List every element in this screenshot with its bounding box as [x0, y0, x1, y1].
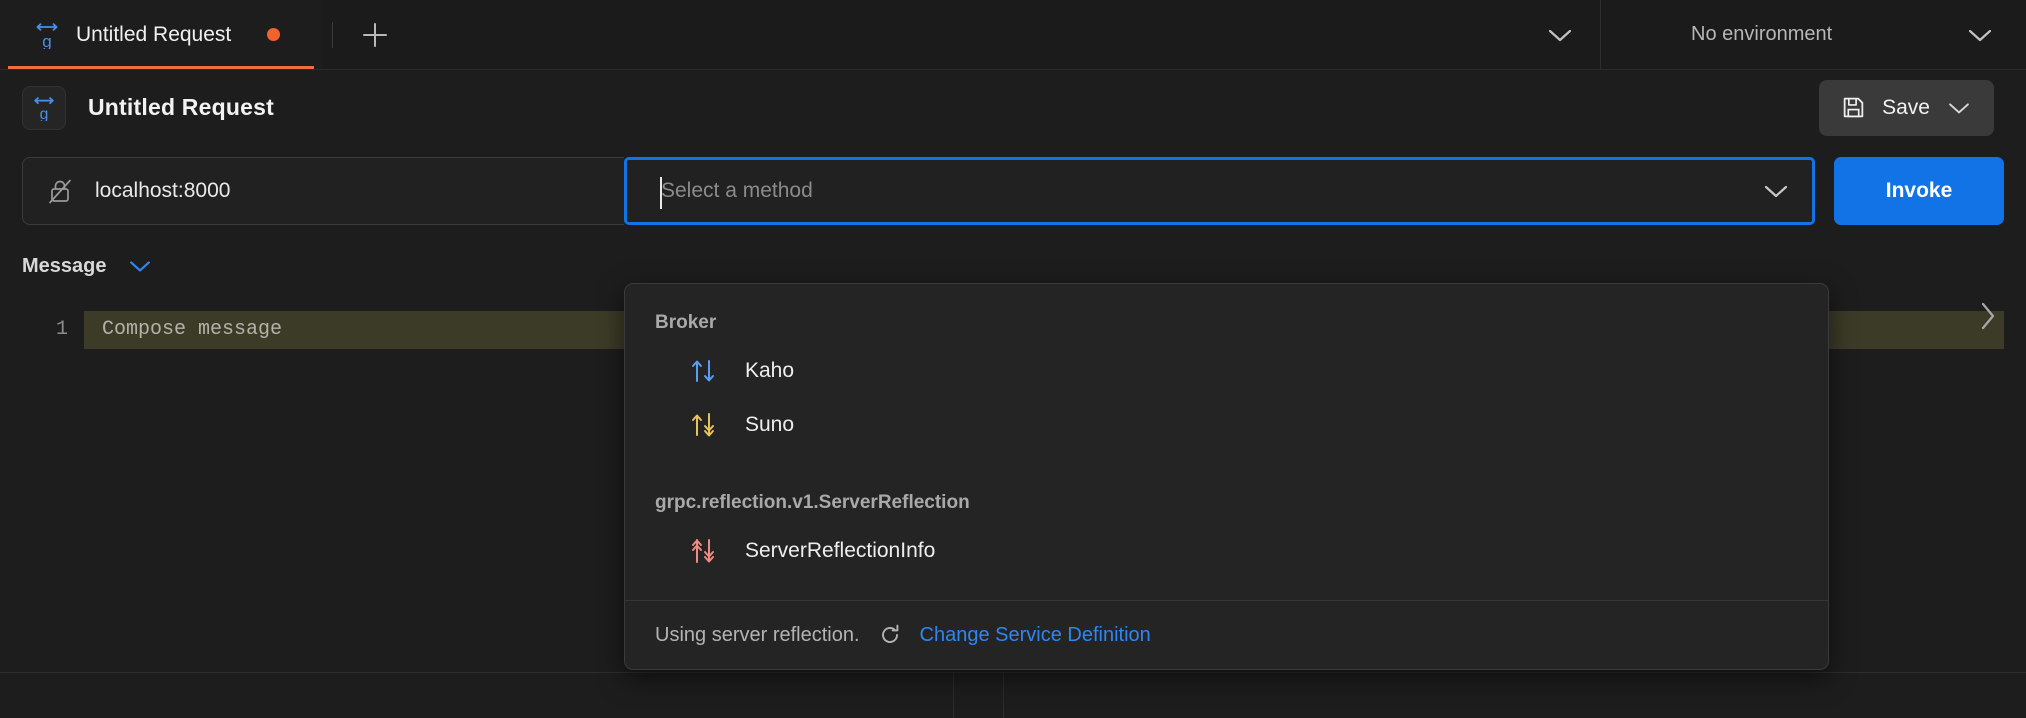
grpc-icon: g — [32, 95, 56, 121]
tab-title: Untitled Request — [76, 22, 232, 46]
environment-selector[interactable]: No environment — [1600, 0, 2026, 69]
editor-line-number: 1 — [55, 318, 68, 341]
page-title: Untitled Request — [88, 94, 274, 120]
tab-divider — [332, 21, 333, 48]
dropdown-footer: Using server reflection. Change Service … — [625, 600, 1828, 669]
floppy-disk-icon — [1841, 95, 1866, 120]
dropdown-method-suno[interactable]: Suno — [625, 398, 1828, 452]
plus-icon — [360, 20, 390, 50]
chevron-down-icon[interactable] — [127, 258, 153, 274]
message-header[interactable]: Message — [22, 249, 2004, 283]
save-button[interactable]: Save — [1819, 79, 1994, 136]
bottom-divider-vertical — [953, 673, 954, 718]
method-placeholder: Select a method — [661, 179, 813, 202]
message-label: Message — [22, 254, 107, 277]
method-select[interactable]: Select a method — [624, 157, 1815, 225]
invoke-button-label: Invoke — [1885, 179, 1953, 202]
refresh-icon[interactable] — [878, 623, 902, 647]
svg-text:g: g — [42, 32, 51, 49]
chevron-down-icon[interactable] — [1762, 182, 1790, 200]
dropdown-method-serverreflectioninfo[interactable]: ServerReflectionInfo — [625, 524, 1828, 578]
server-streaming-arrows-icon — [687, 409, 719, 441]
expand-response-panel-button[interactable] — [1978, 300, 1998, 332]
chevron-down-icon[interactable] — [1946, 100, 1972, 116]
dropdown-group-spacer — [625, 452, 1828, 464]
invoke-button[interactable]: Invoke — [1834, 157, 2004, 225]
chevron-right-icon — [1978, 300, 1998, 332]
tab-overflow-button[interactable] — [1520, 0, 1600, 69]
unary-arrows-icon — [687, 355, 719, 387]
dropdown-method-label: Suno — [745, 413, 795, 436]
save-button-label: Save — [1882, 95, 1930, 119]
bottom-divider-vertical — [1003, 673, 1004, 718]
grpc-icon: g — [34, 21, 60, 49]
new-tab-button[interactable] — [343, 0, 407, 69]
dropdown-method-kaho[interactable]: Kaho — [625, 344, 1828, 398]
request-type-badge: g — [22, 85, 66, 130]
environment-label: No environment — [1691, 23, 1833, 45]
change-service-definition-link[interactable]: Change Service Definition — [920, 624, 1151, 647]
dropdown-group-label: grpc.reflection.v1.ServerReflection — [655, 492, 970, 513]
dropdown-group-label: Broker — [655, 312, 717, 333]
lock-crossed-icon — [47, 177, 73, 205]
app-window: g Untitled Request No environment g Unti… — [0, 0, 2026, 718]
method-dropdown-panel: Broker Kaho Suno grpc.reflection.v1.Serv… — [624, 283, 1829, 670]
dropdown-method-label: Kaho — [745, 359, 795, 382]
tab-strip-spacer — [407, 0, 1520, 69]
reflection-status-text: Using server reflection. — [655, 623, 860, 646]
bidi-streaming-arrows-icon — [687, 535, 719, 567]
text-caret — [660, 177, 662, 209]
tab-bar: g Untitled Request No environment — [0, 0, 2026, 70]
tab-untitled-request[interactable]: g Untitled Request — [0, 0, 322, 69]
url-input[interactable]: localhost:8000 — [22, 157, 624, 225]
url-row: localhost:8000 Select a method Invoke — [0, 157, 2026, 225]
unsaved-indicator-dot — [267, 28, 281, 41]
svg-text:g: g — [40, 106, 49, 121]
chevron-down-icon — [1546, 26, 1574, 44]
chevron-down-icon — [1966, 26, 1994, 44]
bottom-panel-area — [0, 673, 2026, 718]
tab-strip: g Untitled Request — [0, 0, 1600, 69]
dropdown-method-label: ServerReflectionInfo — [745, 539, 936, 562]
request-header: g Untitled Request Save — [0, 70, 2026, 145]
url-value: localhost:8000 — [95, 179, 231, 202]
